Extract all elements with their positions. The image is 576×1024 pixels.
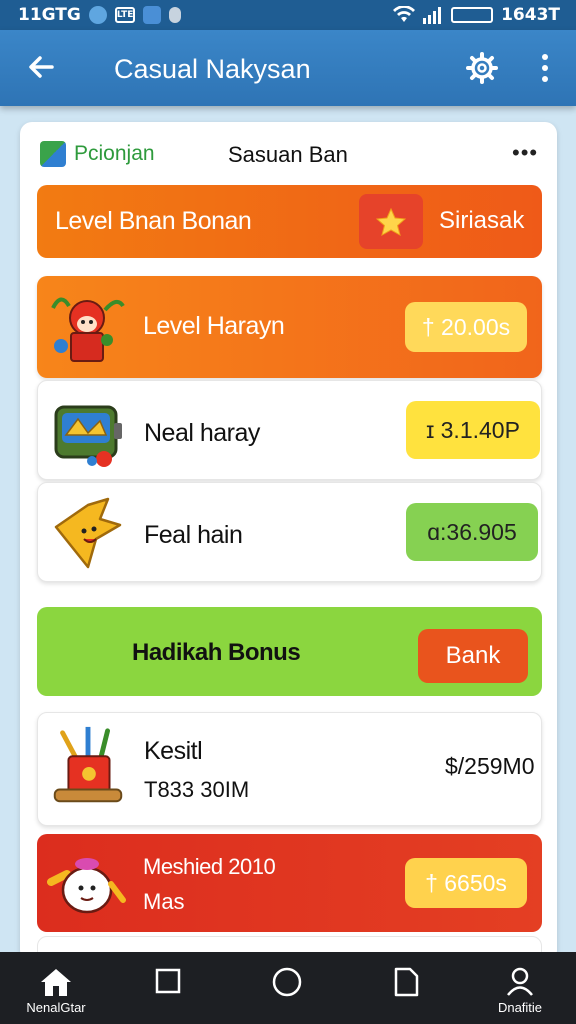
list-item[interactable]: Neal haray ɪ 3.1.40P [37, 380, 542, 480]
nav-home-label: NenalGtar [26, 1000, 86, 1015]
home-icon [41, 969, 71, 996]
nav-document[interactable] [376, 966, 436, 1018]
level-banner-label: Level Bnan Bonan [55, 207, 252, 235]
profile-icon [507, 967, 533, 996]
wifi-icon [393, 6, 416, 22]
brand-logo-icon [40, 141, 66, 167]
cheese-character-icon [54, 497, 122, 569]
item-label: Level Harayn [143, 312, 285, 340]
item-value-badge[interactable]: ɪ 3.1.40P [406, 401, 540, 459]
lte-badge: LTE [114, 7, 135, 23]
nav-profile[interactable]: Dnafitie [490, 966, 550, 1018]
circle-icon [272, 967, 302, 997]
settings-gear-icon[interactable] [466, 52, 498, 84]
item-title: Meshied 2010 [143, 854, 276, 879]
square-icon [155, 968, 181, 994]
item-value-badge[interactable]: † 20.00s [405, 302, 527, 352]
back-arrow-icon[interactable] [26, 52, 56, 82]
bank-button[interactable]: Bank [418, 629, 528, 683]
telegram-icon [88, 6, 107, 24]
document-icon [394, 967, 419, 997]
treasure-chest-icon [54, 405, 122, 467]
item-subtitle: T833 30IM [144, 777, 250, 802]
star-button[interactable] [359, 194, 423, 249]
nav-recents[interactable] [138, 966, 198, 1018]
card-header: Pcionjan Sasuan Ban ••• [38, 138, 548, 174]
list-item[interactable]: Kesitl T833 30IM $/259M0 [37, 712, 542, 826]
bottom-navigation: NenalGtar Dnafitie [0, 952, 576, 1024]
bonus-label: Hadikah Bonus [132, 639, 301, 666]
list-item[interactable]: Level Harayn † 20.00s [37, 276, 542, 378]
app-title: Casual Nakysan [114, 54, 311, 84]
notification-dot-icon [168, 7, 181, 23]
battery-icon [451, 7, 494, 23]
tomato-character-icon [51, 297, 125, 362]
brand-name: Pcionjan [74, 142, 155, 165]
level-banner[interactable]: Level Bnan Bonan Siriasak [37, 185, 542, 258]
signal-icon [423, 7, 442, 24]
star-icon [376, 208, 406, 236]
tool-bucket-icon [53, 726, 123, 803]
item-value-badge[interactable]: † 6650s [405, 858, 527, 908]
app-notification-icon [142, 6, 161, 24]
list-item[interactable]: Meshied 2010 Mas † 6650s [37, 834, 542, 932]
status-bar: 11GTG LTE 1643T [0, 0, 576, 30]
item-label: Feal hain [144, 521, 243, 549]
item-value-badge[interactable]: ɑ:36.905 [406, 503, 538, 561]
card-more-menu[interactable]: ••• [512, 140, 538, 166]
level-banner-side-label[interactable]: Siriasak [439, 207, 524, 235]
status-time: 11GTG [18, 5, 81, 25]
item-amount: $/259M0 [445, 753, 535, 779]
item-title: Kesitl [144, 737, 203, 765]
item-subtitle: Mas [143, 889, 185, 914]
nav-home[interactable]: NenalGtar [26, 966, 86, 1018]
nav-profile-label: Dnafitie [497, 1000, 543, 1015]
app-bar: Casual Nakysan [0, 30, 576, 106]
status-clock: 1643T [501, 5, 560, 25]
more-vert-icon[interactable] [535, 52, 555, 84]
card-title: Sasuan Ban [228, 142, 348, 167]
item-label: Neal haray [144, 419, 260, 447]
bonus-banner: Hadikah Bonus Bank [37, 607, 542, 696]
list-item[interactable]: Feal hain ɑ:36.905 [37, 482, 542, 582]
teapot-character-icon [47, 858, 126, 914]
nav-home-circle[interactable] [257, 966, 317, 1018]
